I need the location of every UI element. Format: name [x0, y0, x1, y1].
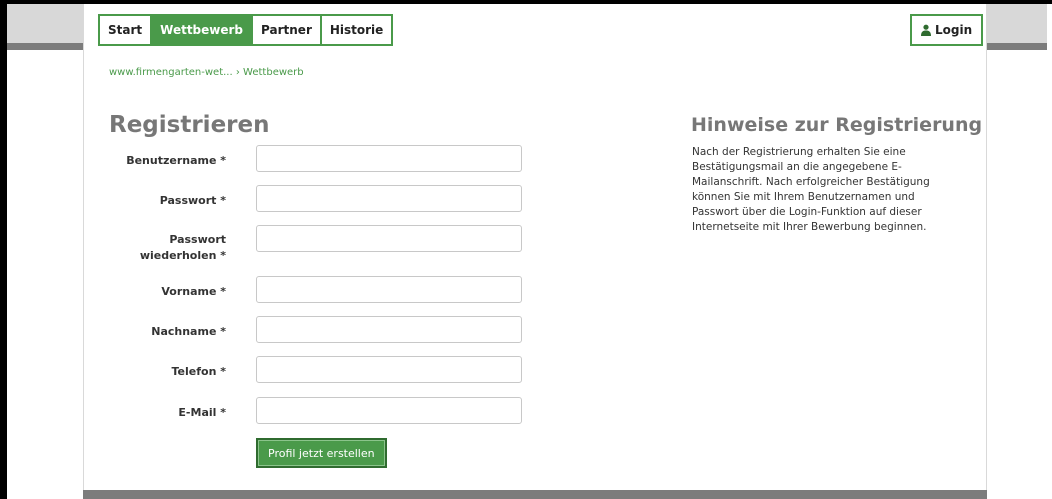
create-profile-button[interactable]: Profil jetzt erstellen: [256, 438, 387, 468]
breadcrumb-home-link[interactable]: www.firmengarten-wet...: [109, 67, 233, 78]
lastname-label: Nachname *: [151, 325, 226, 338]
username-input[interactable]: [256, 145, 522, 172]
firstname-label: Vorname *: [161, 285, 226, 298]
password-label: Passwort *: [159, 194, 226, 207]
hints-title: Hinweise zur Registrierung: [691, 114, 983, 136]
tab-partner[interactable]: Partner: [253, 16, 322, 44]
password-repeat-input[interactable]: [256, 225, 522, 252]
phone-label: Telefon *: [171, 365, 227, 378]
breadcrumb-current-link[interactable]: Wettbewerb: [243, 67, 304, 78]
tab-start[interactable]: Start: [100, 16, 153, 44]
tab-wettbewerb[interactable]: Wettbewerb: [152, 16, 254, 44]
user-icon: [921, 24, 931, 36]
breadcrumb-separator: ›: [235, 67, 240, 78]
password-input[interactable]: [256, 185, 522, 212]
username-label: Benutzername *: [126, 154, 226, 167]
hints-text: Nach der Registrierung erhalten Sie eine…: [692, 146, 930, 233]
main-nav: Start Wettbewerb Partner Historie: [98, 14, 394, 46]
password-repeat-label: Passwort wiederholen *: [139, 233, 226, 262]
page-title: Registrieren: [109, 112, 270, 138]
tab-historie[interactable]: Historie: [322, 16, 391, 44]
bottom-bar: [83, 490, 987, 499]
phone-input[interactable]: [256, 356, 522, 383]
login-button[interactable]: Login: [910, 14, 984, 46]
login-label: Login: [935, 23, 973, 37]
email-input[interactable]: [256, 397, 522, 424]
firstname-input[interactable]: [256, 276, 522, 303]
breadcrumb: www.firmengarten-wet... › Wettbewerb: [109, 67, 304, 78]
email-label: E-Mail *: [178, 406, 226, 419]
page-container: Start Wettbewerb Partner Historie Login …: [83, 4, 987, 499]
window-frame-left: [0, 0, 7, 499]
lastname-input[interactable]: [256, 316, 522, 343]
